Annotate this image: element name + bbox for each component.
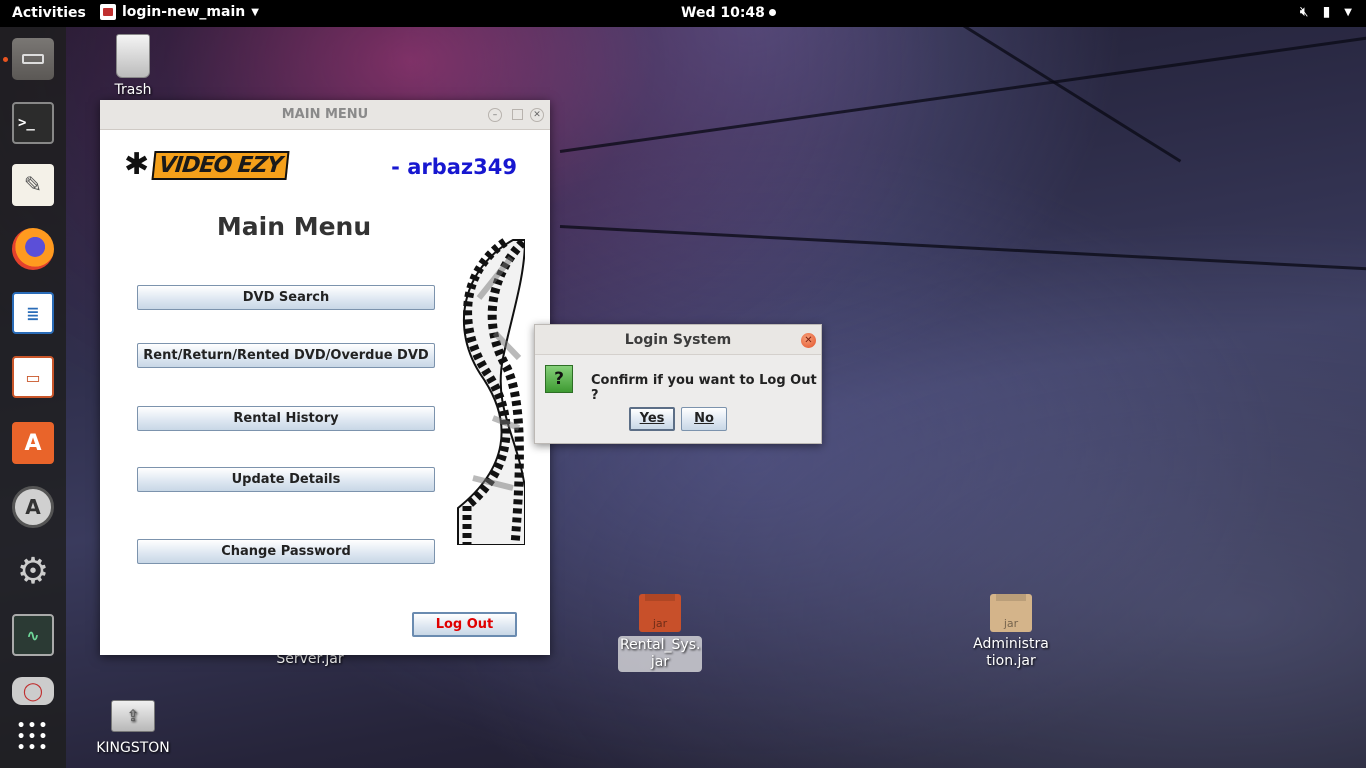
gear-icon: ⚙ bbox=[16, 550, 50, 592]
main-menu-window: MAIN MENU – ✕ ✱ VIDEO EZY - arbaz349 Mai… bbox=[100, 100, 550, 655]
wallpaper-crack bbox=[959, 22, 1182, 163]
no-button[interactable]: No bbox=[681, 407, 727, 431]
firefox-icon bbox=[12, 228, 54, 270]
trash-icon bbox=[116, 34, 150, 78]
admin-jar-label-line1: Administra bbox=[973, 636, 1049, 652]
disk-icon: ◯ bbox=[12, 677, 54, 705]
admin-jar-label-line2: tion.jar bbox=[986, 653, 1036, 669]
wallpaper-crack bbox=[559, 35, 1366, 153]
yes-button[interactable]: Yes bbox=[629, 407, 675, 431]
dock: >_ ✎ ≣ ▭ A A ⚙ ∿ ◯ ••• ••• ••• bbox=[0, 27, 66, 768]
chevron-down-icon: ▼ bbox=[1344, 7, 1352, 18]
trash-label: Trash bbox=[114, 82, 152, 98]
video-ezy-logo: ✱ VIDEO EZY bbox=[124, 147, 290, 182]
java-app-icon bbox=[100, 4, 116, 20]
impress-icon: ▭ bbox=[12, 356, 54, 398]
volume-muted-icon: 🔇︎ bbox=[1299, 4, 1309, 20]
rental-history-button[interactable]: Rental History bbox=[137, 406, 435, 431]
jar-icon-text: jar bbox=[652, 617, 668, 630]
desktop-trash[interactable]: Trash bbox=[100, 34, 166, 98]
dock-system-monitor[interactable]: ∿ bbox=[9, 611, 57, 659]
jar-icon-text: jar bbox=[1003, 617, 1019, 630]
desktop-admin-jar[interactable]: jar Administra tion.jar bbox=[968, 594, 1054, 670]
app-menu[interactable]: login-new_main ▼ bbox=[100, 4, 259, 20]
logo-text: VIDEO EZY bbox=[151, 150, 290, 180]
writer-icon: ≣ bbox=[12, 292, 54, 334]
dock-software[interactable]: A bbox=[9, 419, 57, 467]
battery-icon: ▮ bbox=[1322, 4, 1331, 20]
dialog-message: Confirm if you want to Log Out ? bbox=[591, 373, 817, 403]
top-bar: Activities login-new_main ▼ Wed 10:48 🔇︎… bbox=[0, 0, 1366, 27]
maximize-icon[interactable] bbox=[512, 109, 523, 120]
jar-file-icon: jar bbox=[639, 594, 681, 632]
rental-jar-label-line2: jar bbox=[650, 654, 670, 670]
update-details-button[interactable]: Update Details bbox=[137, 467, 435, 492]
page-title: Main Menu bbox=[216, 212, 372, 241]
film-strip-image bbox=[457, 238, 525, 545]
clock-label: Wed 10:48 bbox=[681, 5, 765, 21]
username-label: - arbaz349 bbox=[391, 155, 517, 179]
show-applications-button[interactable]: ••• ••• ••• bbox=[9, 713, 57, 761]
close-icon[interactable]: ✕ bbox=[530, 108, 544, 122]
dock-settings[interactable]: ⚙ bbox=[9, 547, 57, 595]
software-updater-icon: A bbox=[12, 486, 54, 528]
app-menu-label: login-new_main bbox=[122, 4, 246, 20]
window-titlebar[interactable]: MAIN MENU – ✕ bbox=[100, 100, 550, 130]
notification-dot bbox=[768, 9, 776, 16]
logo-star-icon: ✱ bbox=[124, 147, 150, 182]
text-editor-icon: ✎ bbox=[12, 164, 54, 206]
software-store-icon: A bbox=[12, 422, 54, 464]
activities-button[interactable]: Activities bbox=[12, 5, 86, 21]
dock-updater[interactable]: A bbox=[9, 483, 57, 531]
change-password-button[interactable]: Change Password bbox=[137, 539, 435, 564]
wallpaper-crack bbox=[559, 225, 1366, 271]
running-indicator bbox=[3, 57, 8, 62]
clock[interactable]: Wed 10:48 bbox=[681, 5, 776, 21]
minimize-icon[interactable]: – bbox=[488, 108, 502, 122]
terminal-icon: >_ bbox=[12, 102, 54, 144]
dock-impress[interactable]: ▭ bbox=[9, 353, 57, 401]
admin-jar-label: Administra tion.jar bbox=[968, 636, 1054, 670]
logout-confirm-dialog: Login System ✕ ? Confirm if you want to … bbox=[534, 324, 822, 444]
question-icon: ? bbox=[545, 365, 573, 393]
dock-writer[interactable]: ≣ bbox=[9, 289, 57, 337]
chevron-down-icon: ▼ bbox=[251, 6, 259, 18]
dock-files[interactable] bbox=[9, 35, 57, 83]
rent-return-button[interactable]: Rent/Return/Rented DVD/Overdue DVD bbox=[137, 343, 435, 368]
system-monitor-icon: ∿ bbox=[12, 614, 54, 656]
usb-icon: ⇪ bbox=[111, 700, 155, 732]
dialog-titlebar[interactable]: Login System ✕ bbox=[535, 325, 821, 355]
rental-jar-label: Rental_Sys. jar bbox=[618, 636, 702, 672]
dvd-search-button[interactable]: DVD Search bbox=[137, 285, 435, 310]
desktop-usb-drive[interactable]: ⇪ KINGSTON bbox=[92, 700, 174, 756]
window-title: MAIN MENU bbox=[281, 107, 369, 122]
logout-button[interactable]: Log Out bbox=[412, 612, 517, 637]
dock-disk[interactable]: ◯ bbox=[9, 667, 57, 715]
dialog-title: Login System bbox=[624, 332, 732, 348]
usb-label: KINGSTON bbox=[96, 740, 170, 756]
dock-terminal[interactable]: >_ bbox=[9, 99, 57, 147]
files-icon bbox=[12, 38, 54, 80]
grid-icon: ••• ••• ••• bbox=[16, 717, 50, 756]
close-icon[interactable]: ✕ bbox=[801, 333, 816, 348]
rental-jar-label-line1: Rental_Sys. bbox=[620, 637, 701, 653]
desktop-rental-jar[interactable]: jar Rental_Sys. jar bbox=[618, 594, 702, 672]
jar-file-icon: jar bbox=[990, 594, 1032, 632]
dock-text-editor[interactable]: ✎ bbox=[9, 161, 57, 209]
dock-firefox[interactable] bbox=[9, 225, 57, 273]
system-tray[interactable]: 🔇︎ ▮ ▼ bbox=[1300, 4, 1352, 22]
